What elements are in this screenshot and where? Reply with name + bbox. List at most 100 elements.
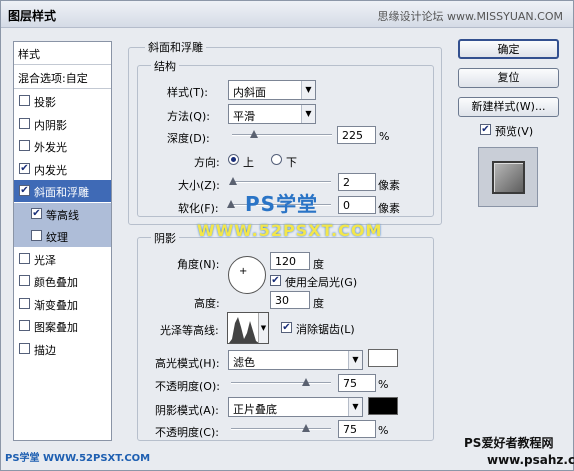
effect-item[interactable]: 内阴影 [14,113,111,135]
slider-track [231,428,331,430]
soften-label: 软化(F): [178,202,219,215]
effect-checkbox[interactable] [19,320,30,331]
highlight-mode-label: 高光模式(H): [155,357,220,370]
slider-track [231,382,331,384]
effect-item[interactable]: ✔ 斜面和浮雕 [14,180,111,202]
shading-title: 阴影 [151,230,179,246]
slider-thumb[interactable] [227,200,235,208]
effect-checkbox[interactable] [19,342,30,354]
blend-options-label: 混合选项:自定 [18,72,88,85]
slider-thumb[interactable] [229,177,237,185]
anti-aliased-checkbox[interactable]: ✔ [281,322,292,333]
effect-checkbox[interactable]: ✔ [19,162,30,174]
shadow-color-swatch[interactable] [368,397,398,415]
shadow-opacity-input[interactable]: 75 [338,420,376,438]
depth-slider[interactable] [232,130,332,138]
chevron-down-icon: ▼ [258,313,268,343]
bevel-emboss-title: 斜面和浮雕 [145,39,206,55]
blend-options-item[interactable]: 混合选项:自定 [14,66,111,88]
watermark-top: 思缘设计论坛 www.MISSYUAN.COM [377,10,563,23]
shadow-opacity-slider[interactable] [231,424,331,432]
effect-item[interactable]: 投影 [14,90,111,112]
effect-item[interactable]: 纹理 [14,225,111,247]
chevron-down-icon: ▼ [301,81,315,99]
slider-thumb[interactable] [250,130,258,138]
angle-input[interactable]: 120 [270,252,310,270]
size-slider[interactable] [229,177,331,185]
size-input[interactable]: 2 [338,173,376,191]
direction-down-radio[interactable] [271,154,282,165]
preview-checkbox[interactable]: ✔ [480,124,491,135]
highlight-color-swatch[interactable] [368,349,398,367]
watermark-bottom-left: PS学堂 WWW.52PSXT.COM [5,453,151,464]
divider [14,64,111,65]
effect-checkbox[interactable] [19,117,30,129]
shadow-mode-value: 正片叠底 [233,403,277,416]
new-style-button[interactable]: 新建样式(W)... [458,97,559,117]
effect-item[interactable]: ✔ 等高线 [14,202,111,225]
contour-curve-icon [229,317,259,343]
slider-thumb[interactable] [302,378,310,386]
effect-item[interactable]: 渐变叠加 [14,293,111,315]
direction-up-radio[interactable] [228,154,239,165]
highlight-mode-value: 滤色 [233,356,255,369]
style-select-value: 内斜面 [233,86,266,99]
style-select[interactable]: 内斜面 ▼ [228,80,316,100]
highlight-mode-select[interactable]: 滤色 ▼ [228,350,363,370]
depth-unit: % [379,130,390,143]
effect-checkbox[interactable] [19,275,30,286]
depth-input[interactable]: 225 [337,126,376,144]
shadow-mode-select[interactable]: 正片叠底 ▼ [228,397,363,417]
angle-dial[interactable]: + [228,256,266,294]
slider-thumb[interactable] [302,424,310,432]
effect-item[interactable]: 外发光 [14,135,111,157]
direction-label: 方向: [194,156,220,169]
effect-item-label: 投影 [34,96,56,109]
effect-checkbox[interactable] [19,297,30,309]
watermark-center-url: WWW.52PSXT.COM [197,221,383,240]
effect-item[interactable]: 描边 [14,338,111,360]
reset-button[interactable]: 复位 [458,68,559,88]
chevron-down-icon: ▼ [348,351,362,369]
watermark-bottom-right-title: PS爱好者教程网 [464,436,554,450]
gloss-contour-picker[interactable]: ▼ [227,312,269,344]
slider-track [232,134,332,136]
style-label: 样式(T): [167,86,209,99]
highlight-opacity-unit: % [378,378,389,391]
layer-style-dialog: 图层样式 思缘设计论坛 www.MISSYUAN.COM 样式 混合选项:自定 … [0,0,574,471]
effect-item-label: 等高线 [46,208,79,222]
effect-checkbox[interactable] [19,140,30,151]
highlight-opacity-input[interactable]: 75 [338,374,376,392]
soften-input[interactable]: 0 [338,196,376,214]
effect-checkbox[interactable]: ✔ [31,207,42,219]
effect-checkbox[interactable] [19,252,30,264]
divider [14,88,111,89]
style-list-header-label: 样式 [18,48,40,61]
effect-item[interactable]: 颜色叠加 [14,270,111,292]
effect-item-label: 光泽 [34,253,56,267]
technique-select-value: 平滑 [233,110,255,123]
effect-item-label: 斜面和浮雕 [34,186,89,199]
title-bar: 图层样式 思缘设计论坛 www.MISSYUAN.COM [1,1,573,28]
shadow-mode-label: 阴影模式(A): [155,404,219,417]
ok-button[interactable]: 确定 [458,39,559,59]
effect-item[interactable]: 光泽 [14,248,111,270]
chevron-down-icon: ▼ [348,398,362,416]
watermark-center-title: PS学堂 [245,192,319,216]
soften-unit: 像素 [378,202,400,215]
technique-select[interactable]: 平滑 ▼ [228,104,316,124]
altitude-input[interactable]: 30 [270,291,310,309]
size-unit: 像素 [378,179,400,192]
style-list-header[interactable]: 样式 [14,42,111,64]
global-light-label: 使用全局光(G) [285,276,358,289]
global-light-checkbox[interactable]: ✔ [270,275,281,286]
highlight-opacity-slider[interactable] [231,378,331,386]
effect-item[interactable]: ✔ 内发光 [14,158,111,180]
preview-swatch [492,161,525,194]
effect-checkbox[interactable]: ✔ [19,185,30,196]
effect-checkbox[interactable] [31,230,42,241]
effect-item[interactable]: 图案叠加 [14,315,111,337]
effect-checkbox[interactable] [19,95,30,106]
depth-label: 深度(D): [167,132,210,145]
effect-item-label: 外发光 [34,141,67,154]
